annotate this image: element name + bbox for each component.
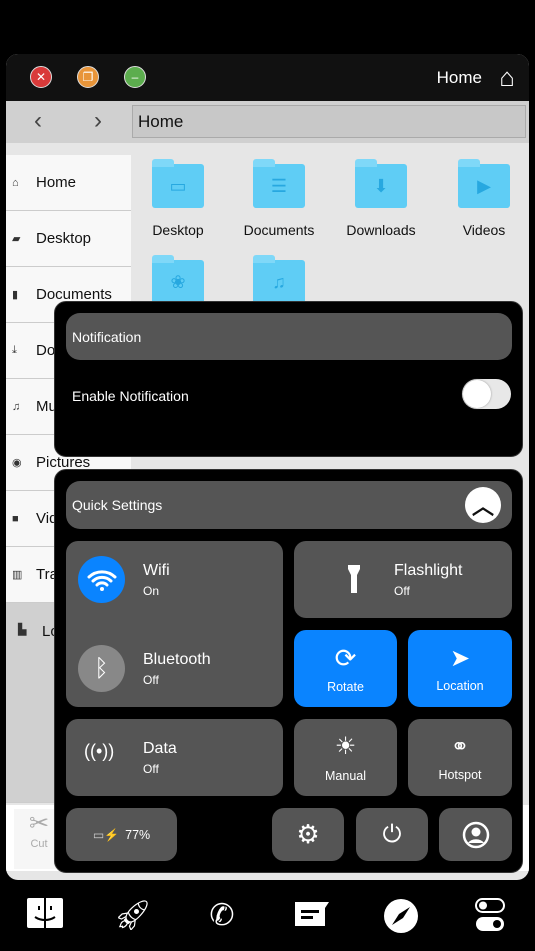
quick-settings-panel: Quick Settings ︿ Wifi On ᛒ Bluetooth Off F… [54, 469, 523, 873]
gear-icon: ⚙ [296, 819, 320, 849]
folder-item[interactable]: ❀ [148, 255, 208, 304]
home-icon[interactable]: ⌂ [499, 62, 515, 93]
flashlight-state: Off [394, 584, 410, 598]
camera-icon: ◉ [12, 457, 22, 469]
restore-button[interactable]: ❐ [77, 66, 99, 88]
close-button[interactable]: ✕ [30, 66, 52, 88]
notification-header: Notification [66, 313, 512, 360]
sidebar-item-desktop[interactable]: ▰ Desktop [6, 211, 131, 267]
home-icon: ⌂ [12, 176, 19, 189]
location-tile[interactable]: ➤ Location [408, 630, 512, 707]
antenna-icon: ((•)) [84, 741, 115, 761]
collapse-chevron-up-icon[interactable]: ︿ [465, 487, 501, 523]
user-button[interactable] [439, 808, 512, 861]
back-button[interactable]: ‹ [34, 107, 42, 135]
minimize-button[interactable]: – [124, 66, 146, 88]
flashlight-tile[interactable]: Flashlight Off [294, 541, 512, 618]
dock-finder-icon[interactable] [25, 898, 65, 936]
location-label: Location [436, 679, 484, 693]
data-state: Off [143, 762, 159, 776]
enable-notification-toggle[interactable] [462, 379, 511, 409]
download-icon: ⤓ [12, 344, 17, 356]
rotate-tile[interactable]: ⟳ Rotate [294, 630, 397, 707]
window-title: Home [436, 68, 482, 87]
bluetooth-toggle[interactable]: Bluetooth Off [143, 651, 211, 687]
wifi-label: Wifi [143, 562, 170, 579]
bluetooth-icon[interactable]: ᛒ [78, 645, 125, 692]
folder-label: Desktop [152, 222, 204, 238]
data-label: Data [143, 740, 177, 757]
music-icon: ♫ [12, 400, 21, 413]
dock-compass-icon[interactable] [381, 898, 421, 942]
data-tile[interactable]: ((•)) Data Off [66, 719, 283, 796]
rotate-label: Rotate [327, 680, 364, 694]
bluetooth-label: Bluetooth [143, 651, 211, 668]
location-arrow-icon: ➤ [449, 645, 471, 672]
address-bar[interactable]: Home [132, 105, 526, 138]
wifi-state: On [143, 584, 160, 598]
dock-toggles-icon[interactable] [470, 898, 510, 940]
toggle-knob [463, 380, 491, 408]
video-icon: ■ [12, 512, 19, 525]
folder-item[interactable]: ♫ [249, 255, 309, 304]
battery-tile: ▭⚡ 77% [66, 808, 177, 861]
folder-label: Videos [462, 222, 506, 238]
folder-item[interactable]: ▭ Desktop [148, 159, 208, 238]
drive-icon: ▙ [18, 624, 27, 636]
flashlight-label: Flashlight [394, 562, 463, 579]
brightness-tile[interactable]: ☀ Manual [294, 719, 397, 796]
hotspot-link-icon: ⚭ [450, 733, 470, 759]
dock-message-icon[interactable] [291, 898, 331, 936]
folder-icon: ▶ [458, 159, 510, 208]
brightness-label: Manual [325, 769, 366, 783]
folder-icon: ▭ [152, 159, 204, 208]
connectivity-tile: Wifi On ᛒ Bluetooth Off [66, 541, 283, 707]
power-icon: ⏻ [382, 820, 402, 848]
trash-icon: ▥ [12, 569, 23, 581]
wifi-icon[interactable] [78, 556, 125, 603]
dock-rocket-icon[interactable]: 🚀︎ [113, 898, 153, 933]
folder-icon: ☰ [253, 159, 305, 208]
folder-label: Downloads [346, 222, 416, 238]
forward-button[interactable]: › [94, 107, 102, 135]
sun-icon: ☀ [334, 733, 357, 760]
folder-label: Documents [243, 222, 315, 238]
bluetooth-state: Off [143, 673, 159, 687]
settings-button[interactable]: ⚙ [272, 808, 344, 861]
folder-item[interactable]: ☰ Documents [244, 159, 314, 238]
sidebar-item-label: Desktop [36, 230, 92, 247]
folder-icon: ❀ [152, 255, 204, 304]
user-circle-icon [462, 821, 489, 848]
enable-notification-label: Enable Notification [72, 388, 189, 404]
dock-phone-icon[interactable]: ✆ [202, 898, 242, 933]
folder-open-icon: ▰ [12, 233, 21, 245]
folder-icon: ♫ [253, 255, 305, 304]
sidebar-item-label: Home [36, 174, 77, 191]
quick-settings-header: Quick Settings ︿ [66, 481, 512, 529]
folder-item[interactable]: ▶ Videos [454, 159, 514, 238]
battery-charging-icon: ▭⚡ [92, 827, 120, 842]
folder-icon: ⬇ [355, 159, 407, 208]
wifi-toggle[interactable]: Wifi On [143, 562, 170, 598]
quick-settings-title: Quick Settings [72, 497, 163, 513]
file-icon: ▮ [12, 289, 19, 301]
flashlight-icon [348, 565, 360, 595]
sidebar-item-home[interactable]: ⌂ Home [6, 155, 131, 211]
rotate-lock-icon: ⟳ [334, 643, 357, 673]
notification-panel: Notification Enable Notification [54, 301, 523, 457]
folder-item[interactable]: ⬇ Downloads [346, 159, 416, 238]
battery-value: 77% [125, 827, 151, 842]
title-bar: ✕ ❐ – Home ⌂ [6, 54, 529, 101]
power-button[interactable]: ⏻ [356, 808, 428, 861]
hotspot-tile[interactable]: ⚭ Hotspot [408, 719, 512, 796]
hotspot-label: Hotspot [438, 767, 482, 782]
